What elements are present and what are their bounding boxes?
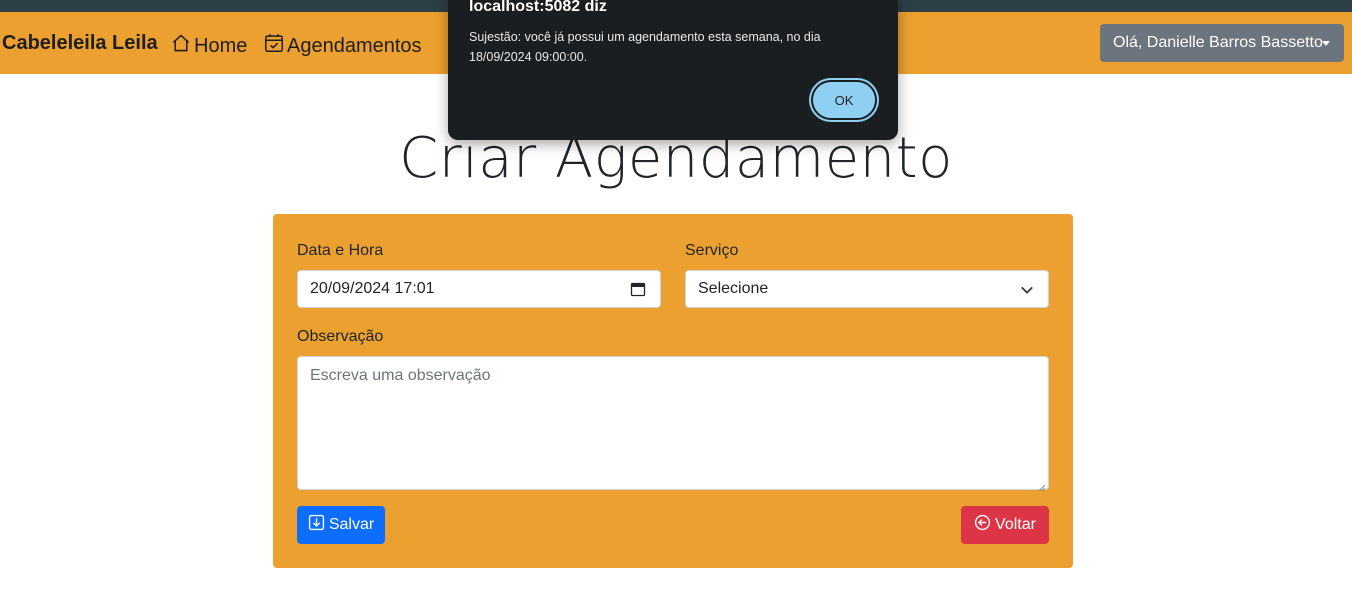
dialog-message: Sujestão: você já possui um agendamento … bbox=[469, 30, 821, 64]
chevron-down-icon bbox=[1020, 283, 1034, 302]
save-button[interactable]: Salvar bbox=[297, 506, 385, 544]
datetime-value: 20/09/2024 17:01 bbox=[310, 280, 435, 297]
brand-link[interactable]: Cabeleleila Leila bbox=[2, 32, 158, 55]
user-menu-label: Olá, Danielle Barros Bassetto bbox=[1113, 34, 1323, 51]
observation-placeholder: Escreva uma observação bbox=[310, 367, 491, 384]
observation-textarea[interactable]: Escreva uma observação bbox=[297, 356, 1049, 492]
back-button[interactable]: Voltar bbox=[961, 506, 1049, 544]
download-icon bbox=[308, 514, 325, 536]
datetime-input[interactable]: 20/09/2024 17:01 bbox=[297, 270, 661, 308]
service-label: Serviço bbox=[685, 242, 739, 259]
nav-agendamentos-link[interactable]: Agendamentos bbox=[263, 32, 422, 60]
calendar-check-icon bbox=[263, 32, 285, 60]
user-menu-button[interactable]: Olá, Danielle Barros Bassetto bbox=[1100, 24, 1344, 62]
nav-agendamentos-label: Agendamentos bbox=[287, 34, 422, 57]
resize-handle-icon[interactable] bbox=[1038, 479, 1046, 492]
save-button-label: Salvar bbox=[328, 516, 375, 533]
alert-dialog: localhost:5082 diz Sujestão: você já pos… bbox=[448, 0, 898, 140]
nav-home-label: Home bbox=[194, 34, 248, 57]
datetime-label: Data e Hora bbox=[297, 242, 384, 259]
observation-label: Observação bbox=[297, 328, 384, 345]
house-icon bbox=[170, 32, 192, 60]
nav-home-link[interactable]: Home bbox=[170, 32, 247, 60]
calendar-icon[interactable] bbox=[630, 281, 646, 302]
dialog-title: localhost:5082 diz bbox=[469, 0, 607, 15]
service-selected-value: Selecione bbox=[698, 280, 769, 297]
caret-down-icon bbox=[1322, 41, 1330, 46]
appointment-form-card: Data e Hora 20/09/2024 17:01 Serviço Sel… bbox=[273, 214, 1073, 568]
arrow-left-circle-icon bbox=[974, 514, 991, 536]
back-button-label: Voltar bbox=[995, 516, 1036, 533]
service-select[interactable]: Selecione bbox=[685, 270, 1049, 308]
dialog-ok-button[interactable]: OK bbox=[811, 80, 877, 120]
